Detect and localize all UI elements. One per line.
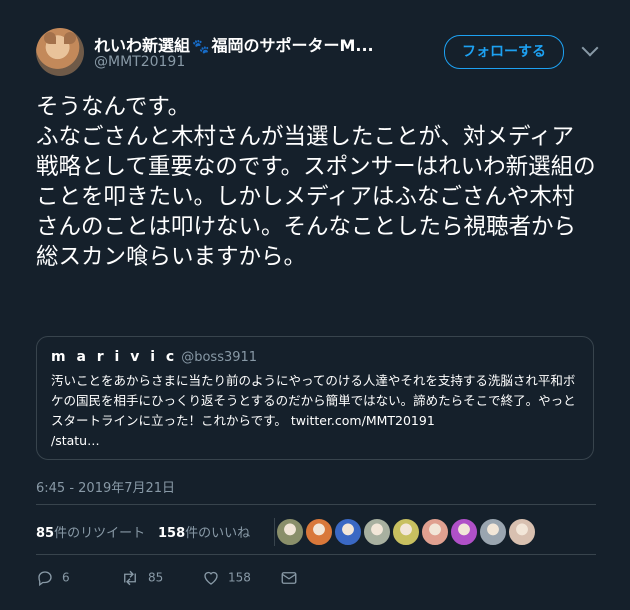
liker-avatar-3[interactable]	[334, 518, 362, 546]
tweet-text: そうなんです。 ふなごさんと木村さんが当選したことが、対メディア戦略として重要な…	[36, 94, 596, 270]
envelope-icon	[281, 571, 297, 584]
liker-avatar-7[interactable]	[450, 518, 478, 546]
heart-icon	[204, 571, 218, 585]
retweet-button[interactable]: 85	[120, 568, 163, 588]
avatar-ear-left	[44, 32, 56, 44]
liker-avatar-8[interactable]	[479, 518, 507, 546]
paw-icon: 🐾	[192, 39, 210, 55]
quoted-text: 汚いことをあからさまに当たり前のようにやってのける人達やそれを支持する洗脳され平…	[51, 373, 576, 448]
likes-count: 158	[158, 526, 186, 541]
tweet-card: れいわ新選組 🐾 福岡のサポーターM... @MMT20191 フォローする そうな…	[0, 0, 630, 610]
retweets-label: 件のリツイート	[54, 526, 146, 541]
author-avatar[interactable]	[36, 28, 84, 76]
liker-avatar-5[interactable]	[392, 518, 420, 546]
retweet-count: 85	[148, 570, 164, 585]
author-name-part1: れいわ新選組	[94, 36, 191, 55]
quoted-author-name: m a r i v i c	[51, 349, 178, 365]
tweet-stats: 85件のリツイート 158件のいいね	[36, 518, 596, 546]
quoted-tweet[interactable]: m a r i v i c @boss3911 汚いことをあからさまに当たり前のよ…	[36, 336, 594, 460]
divider-top	[36, 504, 596, 505]
liker-avatar-1[interactable]	[276, 518, 304, 546]
like-count: 158	[228, 570, 251, 585]
liker-avatar-9[interactable]	[508, 518, 536, 546]
author-handle[interactable]: @MMT20191	[94, 54, 185, 70]
reply-count: 6	[62, 570, 70, 585]
author-name-part2: 福岡のサポーターM...	[211, 36, 374, 55]
retweets-stat[interactable]: 85件のリツイート	[36, 522, 145, 541]
retweet-icon	[124, 570, 136, 585]
message-button[interactable]	[280, 568, 306, 588]
tweet-header: れいわ新選組 🐾 福岡のサポーターM... @MMT20191 フォローする	[36, 28, 600, 80]
like-button[interactable]: 158	[202, 568, 251, 588]
avatar-ear-right	[64, 32, 76, 44]
chevron-down-icon[interactable]	[581, 39, 599, 57]
liker-avatar-4[interactable]	[363, 518, 391, 546]
quoted-author: m a r i v i c @boss3911	[51, 349, 579, 365]
liker-avatar-6[interactable]	[421, 518, 449, 546]
retweets-count: 85	[36, 526, 55, 541]
action-bar: 6 85 158	[36, 568, 596, 590]
likes-label: 件のいいね	[185, 526, 251, 541]
stats-separator	[274, 518, 275, 546]
author-name[interactable]: れいわ新選組 🐾 福岡のサポーターM...	[94, 32, 374, 56]
follow-button[interactable]: フォローする	[444, 35, 564, 69]
liker-avatar-2[interactable]	[305, 518, 333, 546]
quoted-author-handle: @boss3911	[181, 350, 258, 365]
tweet-timestamp[interactable]: 6:45 - 2019年7月21日	[36, 477, 175, 496]
reply-button[interactable]: 6	[36, 568, 70, 588]
divider-bottom	[36, 554, 596, 555]
likes-stat[interactable]: 158件のいいね	[158, 522, 250, 541]
reply-icon	[38, 570, 52, 586]
